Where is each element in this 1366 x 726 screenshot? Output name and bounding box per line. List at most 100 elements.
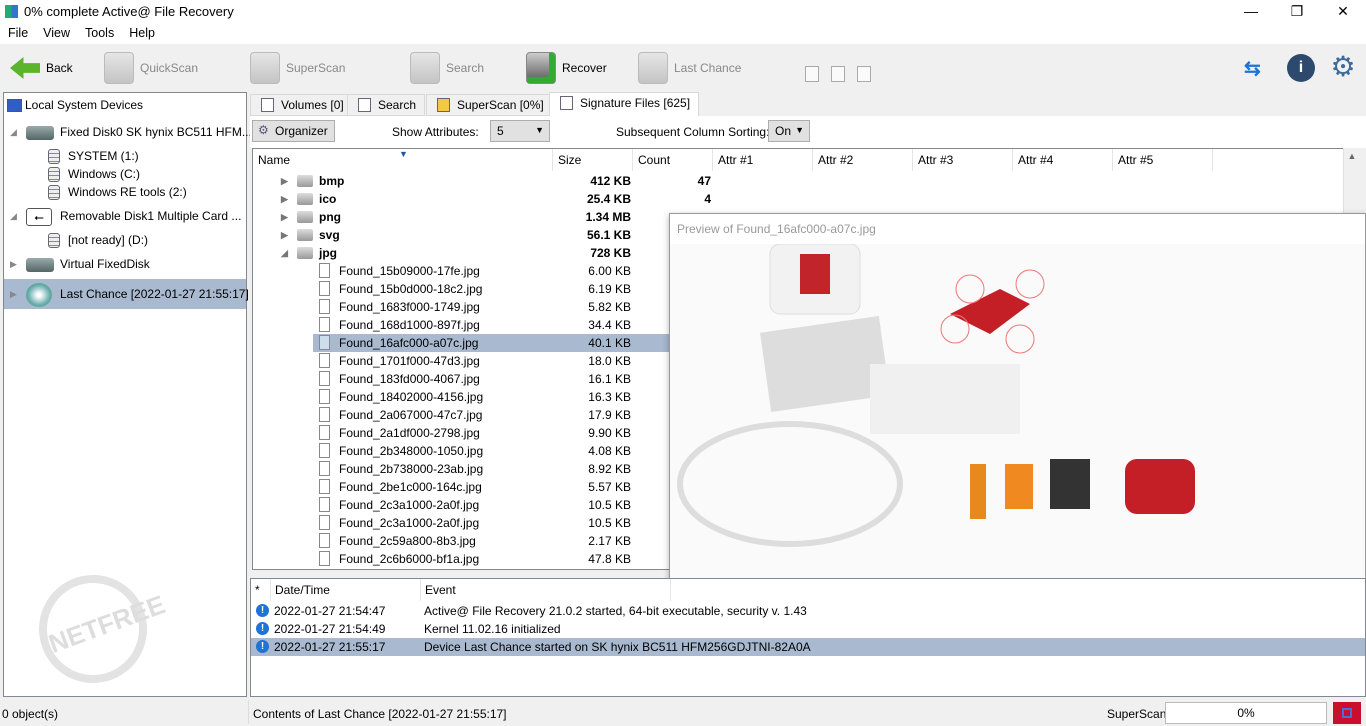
swap-arrows-icon[interactable]: ⇆ [1244,56,1270,80]
volume-icon [48,233,60,249]
back-button[interactable]: Back [10,50,73,86]
sorting-select[interactable]: On ▼ [768,120,810,142]
column-header-attr3[interactable]: Attr #3 [913,149,1013,171]
maximize-button[interactable]: ❐ [1274,0,1320,24]
folder-row-png[interactable]: ▶ png 1.34 MB [253,208,673,226]
netfree-watermark: NETFREE [23,559,169,699]
organizer-button[interactable]: ⚙ Organizer [252,120,335,142]
column-header-attr4[interactable]: Attr #4 [1013,149,1113,171]
file-row[interactable]: Found_1701f000-47d3.jpg 18.0 KB [313,352,673,370]
collapse-arrow-icon[interactable]: ◢ [10,123,17,141]
tab-search[interactable]: Search [347,94,426,116]
tree-item-fixed-disk0[interactable]: ◢ Fixed Disk0 SK hynix BC511 HFM... [10,123,252,141]
tab-superscan[interactable]: SuperScan [0%] [426,94,553,116]
scroll-up-arrow-icon[interactable]: ▲ [1344,151,1360,161]
tree-root-local-devices[interactable]: Local System Devices [7,96,143,114]
file-row[interactable]: Found_2c3a1000-2a0f.jpg 10.5 KB [313,496,673,514]
file-row[interactable]: Found_2b738000-23ab.jpg 8.92 KB [313,460,673,478]
file-icon [319,263,330,278]
folder-icon [297,193,313,205]
file-row[interactable]: Found_2c3a1000-2a0f.jpg 10.5 KB [313,514,673,532]
close-button[interactable]: ✕ [1320,0,1366,24]
menu-file[interactable]: File [0,24,35,40]
collapse-arrow-icon[interactable]: ◢ [10,207,17,225]
column-header-count[interactable]: Count [633,149,713,171]
file-row[interactable]: Found_2c59a800-8b3.jpg 2.17 KB [313,532,673,550]
contents-label: Contents of Last Chance [2022-01-27 21:5… [253,707,507,721]
document-icon[interactable] [857,66,871,82]
tree-item-system[interactable]: SYSTEM (1:) [48,147,139,165]
gear-icon: ⚙ [258,123,269,137]
quickscan-button[interactable]: QuickScan [104,50,198,86]
log-column-flag[interactable]: * [251,579,271,601]
column-header-attr5[interactable]: Attr #5 [1113,149,1213,171]
expand-arrow-icon[interactable]: ▶ [281,190,288,208]
file-row[interactable]: Found_2a067000-47c7.jpg 17.9 KB [313,406,673,424]
file-row[interactable]: Found_2a1df000-2798.jpg 9.90 KB [313,424,673,442]
superscan-button[interactable]: SuperScan [250,50,345,86]
file-row[interactable]: Found_15b0d000-18c2.jpg 6.19 KB [313,280,673,298]
file-row-selected[interactable]: Found_16afc000-a07c.jpg 40.1 KB [313,334,673,352]
tab-bar: Volumes [0] Search SuperScan [0%] Signat… [250,92,1366,116]
log-column-event[interactable]: Event [421,579,671,601]
expand-arrow-icon[interactable]: ▶ [281,208,288,226]
expand-arrow-icon[interactable]: ▶ [281,226,288,244]
menu-tools[interactable]: Tools [77,24,121,40]
search-icon [410,52,440,84]
log-row-selected[interactable]: ! 2022-01-27 21:55:17 Device Last Chance s… [251,638,1365,656]
log-row[interactable]: ! 2022-01-27 21:54:49 Kernel 11.02.16 init… [251,620,1365,638]
folder-row-jpg[interactable]: ◢ jpg 728 KB [253,244,673,262]
file-row[interactable]: Found_15b09000-17fe.jpg 6.00 KB [313,262,673,280]
log-column-datetime[interactable]: Date/Time [271,579,421,601]
tree-item-last-chance[interactable]: ▶ Last Chance [2022-01-27 21:55:17] [4,279,249,309]
info-icon: ! [256,604,269,617]
sort-arrow-icon: ▼ [399,149,408,159]
check-file-icon[interactable] [805,66,819,82]
file-row[interactable]: Found_183fd000-4067.jpg 16.1 KB [313,370,673,388]
file-icon [319,281,330,296]
gear-icon[interactable]: ⚙ [1328,52,1358,82]
search-button[interactable]: Search [410,50,484,86]
tree-item-removable-disk1[interactable]: ◢ ⭠ Removable Disk1 Multiple Card ... [10,207,241,226]
menu-help[interactable]: Help [121,24,162,40]
column-header-size[interactable]: Size [553,149,633,171]
volume-icon [48,167,60,183]
tab-volumes[interactable]: Volumes [0] [250,94,353,116]
folder-row-ico[interactable]: ▶ ico 25.4 KB 4 [253,190,711,208]
options-bar: ⚙ Organizer Show Attributes: 5 ▼ Subsequen… [250,116,1366,148]
tree-item-windows-re[interactable]: Windows RE tools (2:) [48,183,187,201]
expand-arrow-icon[interactable]: ▶ [10,279,17,309]
show-attributes-select[interactable]: 5 ▼ [490,120,550,142]
window-title: 0% complete Active@ File Recovery [24,4,234,19]
file-row[interactable]: Found_18402000-4156.jpg 16.3 KB [313,388,673,406]
expand-arrow-icon[interactable]: ◢ [281,244,288,262]
tree-item-windows[interactable]: Windows (C:) [48,165,140,183]
info-icon[interactable]: i [1287,54,1315,82]
folder-row-bmp[interactable]: ▶ bmp 412 KB 47 [253,172,711,190]
remove-file-icon[interactable] [831,66,845,82]
stop-button[interactable] [1333,702,1361,724]
file-row[interactable]: Found_2c6b6000-bf1a.jpg 47.8 KB [313,550,673,568]
dropdown-arrow-icon: ▼ [535,125,544,135]
recover-button[interactable]: Recover [526,50,607,86]
folder-row-svg[interactable]: ▶ svg 56.1 KB [253,226,673,244]
progress-bar: 0% [1165,702,1327,724]
log-row[interactable]: ! 2022-01-27 21:54:47 Active@ File Recover… [251,602,1365,620]
info-icon: ! [256,622,269,635]
file-row[interactable]: Found_2b348000-1050.jpg 4.08 KB [313,442,673,460]
minimize-button[interactable]: — [1228,0,1274,24]
column-header-name[interactable]: Name ▼ [253,149,553,171]
file-icon [319,389,330,404]
column-header-attr1[interactable]: Attr #1 [713,149,813,171]
file-row[interactable]: Found_1683f000-1749.jpg 5.82 KB [313,298,673,316]
expand-arrow-icon[interactable]: ▶ [10,255,17,273]
file-row[interactable]: Found_168d1000-897f.jpg 34.4 KB [313,316,673,334]
file-row[interactable]: Found_2be1c000-164c.jpg 5.57 KB [313,478,673,496]
tree-item-virtual-fixed-disk[interactable]: ▶ Virtual FixedDisk [10,255,150,273]
menu-view[interactable]: View [35,24,77,40]
tree-item-not-ready[interactable]: [not ready] (D:) [48,231,148,249]
tab-signature-files[interactable]: Signature Files [625] [549,92,700,116]
column-header-attr2[interactable]: Attr #2 [813,149,913,171]
expand-arrow-icon[interactable]: ▶ [281,172,288,190]
last-chance-button[interactable]: Last Chance [638,50,741,86]
